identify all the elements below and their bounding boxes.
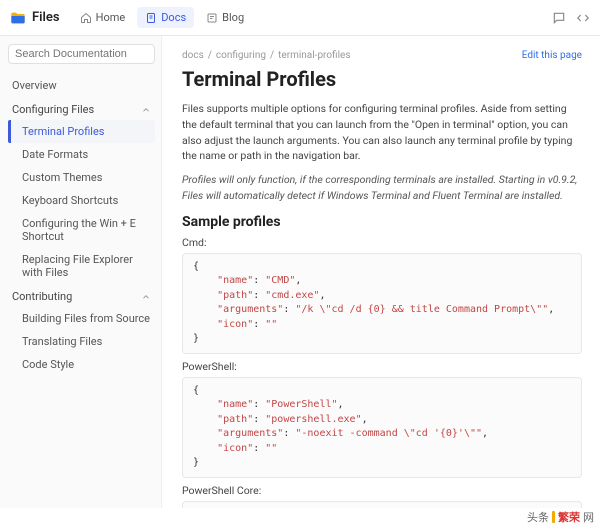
sidebar-item-terminal-profiles[interactable]: Terminal Profiles xyxy=(8,120,155,143)
sidebar-item-replace-explorer[interactable]: Replacing File Explorer with Files xyxy=(8,248,155,284)
sidebar: Overview Configuring Files Terminal Prof… xyxy=(0,36,162,508)
nav-docs-label: Docs xyxy=(161,11,186,24)
section-sample-profiles: Sample profiles xyxy=(182,214,582,230)
main: docs/configuring/terminal-profiles Edit … xyxy=(162,36,600,508)
sidebar-item-code-style[interactable]: Code Style xyxy=(8,353,155,376)
sidebar-heading-configuring-label: Configuring Files xyxy=(12,103,94,116)
search-input[interactable] xyxy=(15,48,157,60)
crumb-3[interactable]: terminal-profiles xyxy=(278,50,350,61)
search-box[interactable] xyxy=(8,44,155,64)
sidebar-overview[interactable]: Overview xyxy=(8,74,155,97)
code-icon[interactable] xyxy=(576,11,590,25)
edit-page-link[interactable]: Edit this page xyxy=(522,50,582,61)
snippet-label: PowerShell Core: xyxy=(182,484,582,497)
note-paragraph: Profiles will only function, if the corr… xyxy=(182,172,582,204)
snippet-label: Cmd: xyxy=(182,236,582,249)
code-block: { "name": "PowerShell", "path": "powersh… xyxy=(182,377,582,478)
sidebar-item-custom-themes[interactable]: Custom Themes xyxy=(8,166,155,189)
nav-blog-label: Blog xyxy=(222,11,244,24)
nav-docs[interactable]: Docs xyxy=(137,7,194,28)
sidebar-heading-configuring[interactable]: Configuring Files xyxy=(8,97,155,120)
code-block: { "name": "PowerShell Core", "path": "pw… xyxy=(182,501,582,509)
feedback-icon[interactable] xyxy=(552,11,566,25)
home-icon xyxy=(80,12,92,24)
crumb-2[interactable]: configuring xyxy=(216,50,266,61)
nav-home-label: Home xyxy=(96,11,126,24)
files-logo-icon xyxy=(10,10,26,26)
intro-paragraph: Files supports multiple options for conf… xyxy=(182,101,582,164)
wm-a: 头条 xyxy=(527,509,549,525)
chevron-up-icon xyxy=(141,292,151,302)
wm-bar-icon xyxy=(552,511,555,523)
page-title: Terminal Profiles xyxy=(182,67,582,91)
snippet-label: PowerShell: xyxy=(182,360,582,373)
docs-icon xyxy=(145,12,157,24)
crumbs-row: docs/configuring/terminal-profiles Edit … xyxy=(182,50,582,61)
snippets-container: Cmd: { "name": "CMD", "path": "cmd.exe", … xyxy=(182,236,582,509)
code-block: { "name": "CMD", "path": "cmd.exe", "arg… xyxy=(182,253,582,354)
sidebar-item-translating[interactable]: Translating Files xyxy=(8,330,155,353)
nav-blog[interactable]: Blog xyxy=(198,7,252,28)
wm-c: 网 xyxy=(583,509,594,525)
sidebar-item-keyboard-shortcuts[interactable]: Keyboard Shortcuts xyxy=(8,189,155,212)
topnav: Home Docs Blog xyxy=(72,7,253,28)
sidebar-item-build-source[interactable]: Building Files from Source xyxy=(8,307,155,330)
topbar: Files Home Docs Blog xyxy=(0,0,600,36)
layout: Overview Configuring Files Terminal Prof… xyxy=(0,36,600,508)
sidebar-heading-contributing-label: Contributing xyxy=(12,290,72,303)
nav-home[interactable]: Home xyxy=(72,7,134,28)
breadcrumb: docs/configuring/terminal-profiles xyxy=(182,50,351,61)
sidebar-heading-contributing[interactable]: Contributing xyxy=(8,284,155,307)
sidebar-item-win-e[interactable]: Configuring the Win + E Shortcut xyxy=(8,212,155,248)
brand[interactable]: Files xyxy=(10,10,60,26)
blog-icon xyxy=(206,12,218,24)
chevron-up-icon xyxy=(141,105,151,115)
sidebar-item-date-formats[interactable]: Date Formats xyxy=(8,143,155,166)
wm-b: 繁荣 xyxy=(558,509,580,525)
topbar-actions xyxy=(552,11,590,25)
brand-label: Files xyxy=(32,10,60,25)
crumb-1[interactable]: docs xyxy=(182,50,204,61)
watermark: 头条 繁荣 网 xyxy=(521,508,600,526)
